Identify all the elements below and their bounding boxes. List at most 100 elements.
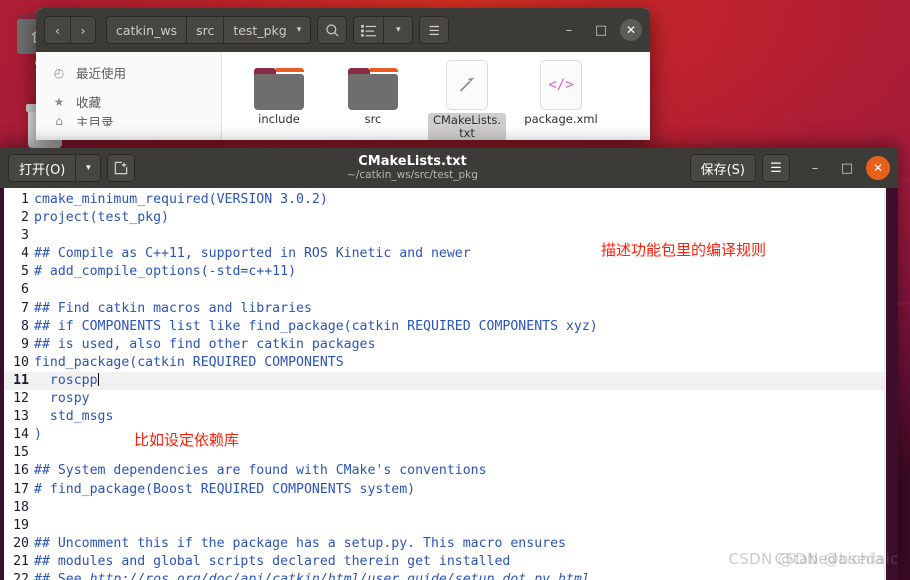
open-button[interactable]: 打开(O): [8, 154, 76, 182]
editor-titlebar: 打开(O) ▾ CMakeLists.txt ~/catkin_ws/src/t…: [0, 148, 898, 188]
hamburger-menu-icon[interactable]: ☰: [419, 16, 450, 44]
code-line[interactable]: 5 # add_compile_options(-std=c++11): [4, 263, 884, 281]
code-line[interactable]: 10 find_package(catkin REQUIRED COMPONENT…: [4, 354, 884, 372]
editor-body: 1 cmake_minimum_required(VERSION 3.0.2) 2 p…: [0, 188, 898, 580]
code-line[interactable]: 6: [4, 281, 884, 299]
list-view-icon[interactable]: [353, 16, 384, 44]
text-editor-window[interactable]: 打开(O) ▾ CMakeLists.txt ~/catkin_ws/src/t…: [0, 148, 898, 580]
line-text: ## is used, also find other catkin packa…: [34, 336, 376, 352]
text-cursor: [97, 372, 99, 386]
window-right-edge: [886, 188, 898, 580]
line-text: project(test_pkg): [34, 210, 169, 226]
fm-close-button[interactable]: ✕: [620, 19, 642, 41]
editor-maximize-button[interactable]: □: [834, 155, 860, 181]
line-number: 21: [13, 553, 29, 569]
code-line[interactable]: 22 ## See http://ros.org/doc/api/catkin/h…: [4, 571, 884, 580]
view-dropdown-icon[interactable]: ▾: [383, 16, 414, 44]
sidebar-item-home[interactable]: ⌂ 主目录: [36, 116, 221, 126]
breadcrumb-test-pkg[interactable]: test_pkg ▾: [223, 16, 312, 44]
file-item-package-xml[interactable]: </> package.xml: [522, 58, 600, 140]
search-icon[interactable]: [317, 16, 348, 44]
code-line[interactable]: 7 ## Find catkin macros and libraries: [4, 300, 884, 318]
editor-minimize-button[interactable]: –: [802, 155, 828, 181]
code-url[interactable]: http://ros.org/doc/api/catkin/html/user_…: [90, 572, 590, 580]
fm-maximize-button[interactable]: □: [588, 17, 614, 43]
line-text: ## Uncomment this if the package has a s…: [34, 535, 566, 551]
line-number: 10: [13, 354, 29, 370]
code-line[interactable]: 17 # find_package(Boost REQUIRED COMPONEN…: [4, 481, 884, 499]
code-brackets-glyph: </>: [548, 77, 574, 93]
red-annotation-1: 描述功能包里的编译规则: [601, 241, 767, 259]
fm-minimize-button[interactable]: –: [556, 17, 582, 43]
forward-button[interactable]: ›: [70, 16, 96, 44]
line-number: 14: [13, 427, 29, 443]
line-number: 6: [21, 282, 29, 298]
line-text: ## if COMPONENTS list like find_package(…: [34, 318, 598, 334]
list-view-glyph: [361, 24, 377, 37]
file-item-include[interactable]: include: [240, 58, 318, 140]
line-number: 16: [13, 463, 29, 479]
editor-menu-icon[interactable]: ☰: [762, 154, 790, 182]
line-text: ## Compile as C++11, supported in ROS Ki…: [34, 246, 471, 262]
sidebar-item-starred-label: 收藏: [76, 95, 102, 110]
new-document-icon[interactable]: [107, 154, 136, 182]
breadcrumb-catkin-ws[interactable]: catkin_ws: [106, 16, 187, 44]
line-number: 9: [21, 336, 29, 352]
line-text: # find_package(Boost REQUIRED COMPONENTS…: [34, 481, 416, 497]
code-line[interactable]: 11 roscpp: [4, 371, 884, 391]
line-text: cmake_minimum_required(VERSION 3.0.2): [34, 192, 328, 207]
nav-button-group: ‹ ›: [44, 16, 96, 44]
code-line[interactable]: 18: [4, 499, 884, 517]
folder-icon: [240, 58, 318, 110]
line-number: 1: [21, 192, 29, 207]
code-line[interactable]: 16 ## System dependencies are found with …: [4, 462, 884, 480]
file-item-cmakelists[interactable]: CMakeLists.txt: [428, 58, 506, 140]
line-number: 20: [13, 535, 29, 551]
watermark: CSDN @tabedaichia CSDN @bsedaichia: [729, 550, 898, 568]
code-line[interactable]: 1 cmake_minimum_required(VERSION 3.0.2): [4, 191, 884, 209]
line-number: 22: [13, 571, 29, 580]
open-dropdown-icon[interactable]: ▾: [75, 154, 102, 182]
line-text: ): [34, 427, 42, 443]
home-icon: ⌂: [55, 116, 63, 126]
red-annotation-2: 比如设定依赖库: [134, 431, 240, 449]
line-text: find_package(catkin REQUIRED COMPONENTS: [34, 354, 344, 370]
code-line[interactable]: 9 ## is used, also find other catkin pack…: [4, 336, 884, 354]
line-number: 3: [21, 228, 29, 244]
line-text: std_msgs: [34, 409, 114, 425]
sidebar-item-starred[interactable]: ★ 收藏: [36, 87, 221, 116]
code-line[interactable]: 12 rospy: [4, 390, 884, 408]
line-number: 12: [13, 391, 29, 407]
xml-file-icon: </>: [522, 58, 600, 110]
new-document-glyph: [115, 161, 128, 175]
file-item-src-label: src: [364, 112, 382, 126]
line-number: 5: [21, 264, 29, 280]
editor-close-button[interactable]: ✕: [866, 156, 890, 180]
code-line[interactable]: 2 project(test_pkg): [4, 209, 884, 227]
line-number: 4: [21, 246, 29, 262]
file-manager-window[interactable]: ‹ › catkin_ws src test_pkg ▾ ▾ ☰ – □ ✕ ◴…: [36, 8, 650, 140]
breadcrumb: catkin_ws src test_pkg ▾: [106, 16, 312, 44]
hammer-glyph: [459, 77, 475, 92]
line-number: 18: [13, 499, 29, 515]
file-item-src[interactable]: src: [334, 58, 412, 140]
breadcrumb-src[interactable]: src: [186, 16, 224, 44]
file-manager-sidebar: ◴ 最近使用 ★ 收藏 ⌂ 主目录: [36, 52, 222, 140]
line-text: # add_compile_options(-std=c++11): [34, 264, 297, 280]
line-number: 2: [21, 210, 29, 226]
line-number: 7: [21, 300, 29, 316]
line-number: 11: [13, 372, 29, 388]
code-line[interactable]: 19: [4, 517, 884, 535]
sidebar-item-recent[interactable]: ◴ 最近使用: [36, 58, 221, 87]
editor-title-block: CMakeLists.txt ~/catkin_ws/src/test_pkg: [141, 154, 683, 182]
line-text: roscpp: [34, 372, 99, 388]
star-icon: ★: [53, 94, 65, 109]
line-text: ## modules and global scripts declared t…: [34, 553, 511, 569]
save-button[interactable]: 保存(S): [689, 154, 756, 182]
code-line[interactable]: 8 ## if COMPONENTS list like find_package…: [4, 318, 884, 336]
file-item-cmakelists-label: CMakeLists.txt: [428, 113, 506, 140]
watermark-line2: CSDN @bsedaichia: [774, 550, 898, 568]
sidebar-item-recent-label: 最近使用: [76, 66, 127, 81]
code-line[interactable]: 13 std_msgs: [4, 408, 884, 426]
back-button[interactable]: ‹: [44, 16, 70, 44]
